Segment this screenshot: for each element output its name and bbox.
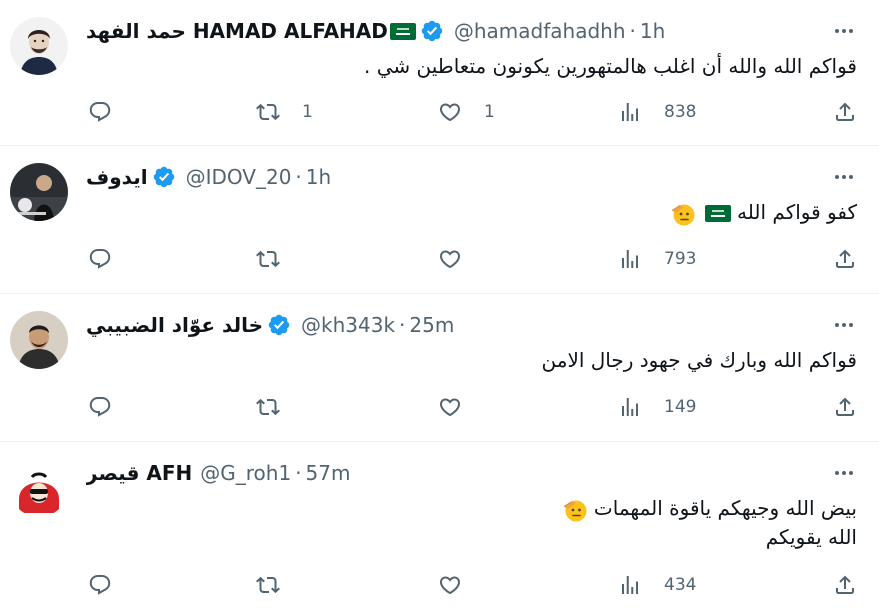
retweet-button[interactable]: 1 [256,97,313,127]
retweet-button[interactable] [256,392,302,422]
tweet-actions: 149 [88,392,857,422]
more-icon[interactable] [831,460,857,486]
more-icon[interactable] [831,312,857,338]
views-icon [618,395,642,419]
tweet-item[interactable]: قيصر AFH @G_roh1 · 57m بيض الله وجيهكم ي… [0,442,879,611]
reply-icon [88,573,112,597]
display-name[interactable]: خالد عوّاد الضبيبي [86,313,263,337]
retweet-icon [256,573,280,597]
tweet-item[interactable]: ايدوف @IDOV_20 · 1h كفو قواكم الله 793 [0,146,879,294]
like-icon [438,573,462,597]
saudi-flag-icon [704,205,731,222]
view-count: 434 [664,575,697,595]
share-button[interactable] [833,244,857,274]
display-name[interactable]: ايدوف [86,165,148,189]
tweet-header: خالد عوّاد الضبيبي @kh343k · 25m [86,311,829,339]
like-button[interactable] [438,392,484,422]
separator-dot: · [399,313,406,337]
avatar[interactable] [10,17,68,75]
user-handle[interactable]: @hamadfahadhh [454,19,626,43]
tweet-actions: 793 [88,244,857,274]
reply-button[interactable] [88,570,134,600]
timestamp[interactable]: 25m [409,313,454,337]
saudi-flag-icon [389,22,416,40]
separator-dot: · [629,19,636,43]
tweet-item[interactable]: حمد الفهد HAMAD ALFAHAD @hamadfahadhh · … [0,0,879,146]
reply-button[interactable] [88,97,134,127]
more-icon[interactable] [831,18,857,44]
tweet-text-container: كفو قواكم الله [670,198,857,227]
share-icon [833,395,857,419]
views-button[interactable]: 149 [618,392,696,422]
reply-button[interactable] [88,244,134,274]
views-button[interactable]: 838 [618,97,696,127]
reply-icon [88,395,112,419]
separator-dot: · [295,461,302,485]
like-button[interactable] [438,570,484,600]
tweet-text: كفو قواكم الله [737,200,857,224]
like-icon [438,100,462,124]
user-handle[interactable]: @IDOV_20 [186,165,292,189]
retweet-button[interactable] [256,570,302,600]
share-icon [833,100,857,124]
tweet-text: قواكم الله والله أن اغلب هالمتهورين يكون… [364,54,857,78]
reply-button[interactable] [88,392,134,422]
avatar[interactable] [10,459,68,517]
retweet-button[interactable] [256,244,302,274]
tweet-text: قواكم الله وبارك في جهود رجال الامن [541,348,857,372]
verified-badge-icon [152,165,176,189]
timestamp[interactable]: 57m [306,461,351,485]
tweet-header: قيصر AFH @G_roh1 · 57m [86,459,829,487]
tweet-item[interactable]: خالد عوّاد الضبيبي @kh343k · 25m قواكم ا… [0,294,879,442]
saluting-face-emoji [670,201,696,227]
share-button[interactable] [833,570,857,600]
like-icon [438,247,462,271]
views-icon [618,247,642,271]
verified-badge-icon [420,19,444,43]
avatar[interactable] [10,163,68,221]
share-icon [833,247,857,271]
views-icon [618,573,642,597]
views-button[interactable]: 793 [618,244,696,274]
retweet-icon [256,395,280,419]
separator-dot: · [295,165,302,189]
tweet-header: حمد الفهد HAMAD ALFAHAD @hamadfahadhh · … [86,17,829,45]
view-count: 149 [664,397,697,417]
like-button[interactable]: 1 [438,97,495,127]
retweet-count: 1 [302,102,313,122]
tweet-header: ايدوف @IDOV_20 · 1h [86,163,829,191]
tweet-text: بيض الله وجيهكم ياقوة المهمات [593,496,857,520]
share-button[interactable] [833,392,857,422]
reply-icon [88,100,112,124]
display-name[interactable]: حمد الفهد HAMAD ALFAHAD [86,19,388,43]
more-icon[interactable] [831,164,857,190]
tweet-text-container: بيض الله وجيهكم ياقوة المهمات الله يقويك… [86,494,857,551]
verified-badge-icon [267,313,291,337]
view-count: 793 [664,249,697,269]
views-button[interactable]: 434 [618,570,696,600]
tweet-text: الله يقويكم [765,524,857,549]
tweet-actions: 434 [88,570,857,600]
user-handle[interactable]: @G_roh1 [200,461,291,485]
avatar[interactable] [10,311,68,369]
user-handle[interactable]: @kh343k [301,313,395,337]
reply-icon [88,247,112,271]
view-count: 838 [664,102,697,122]
like-icon [438,395,462,419]
share-icon [833,573,857,597]
like-count: 1 [484,102,495,122]
like-button[interactable] [438,244,484,274]
retweet-icon [256,100,280,124]
display-name[interactable]: قيصر AFH [86,461,192,485]
retweet-icon [256,247,280,271]
tweet-actions: 1 1 838 [88,97,857,127]
share-button[interactable] [833,97,857,127]
timestamp[interactable]: 1h [306,165,331,189]
timestamp[interactable]: 1h [640,19,665,43]
saluting-face-emoji [562,497,588,523]
views-icon [618,100,642,124]
